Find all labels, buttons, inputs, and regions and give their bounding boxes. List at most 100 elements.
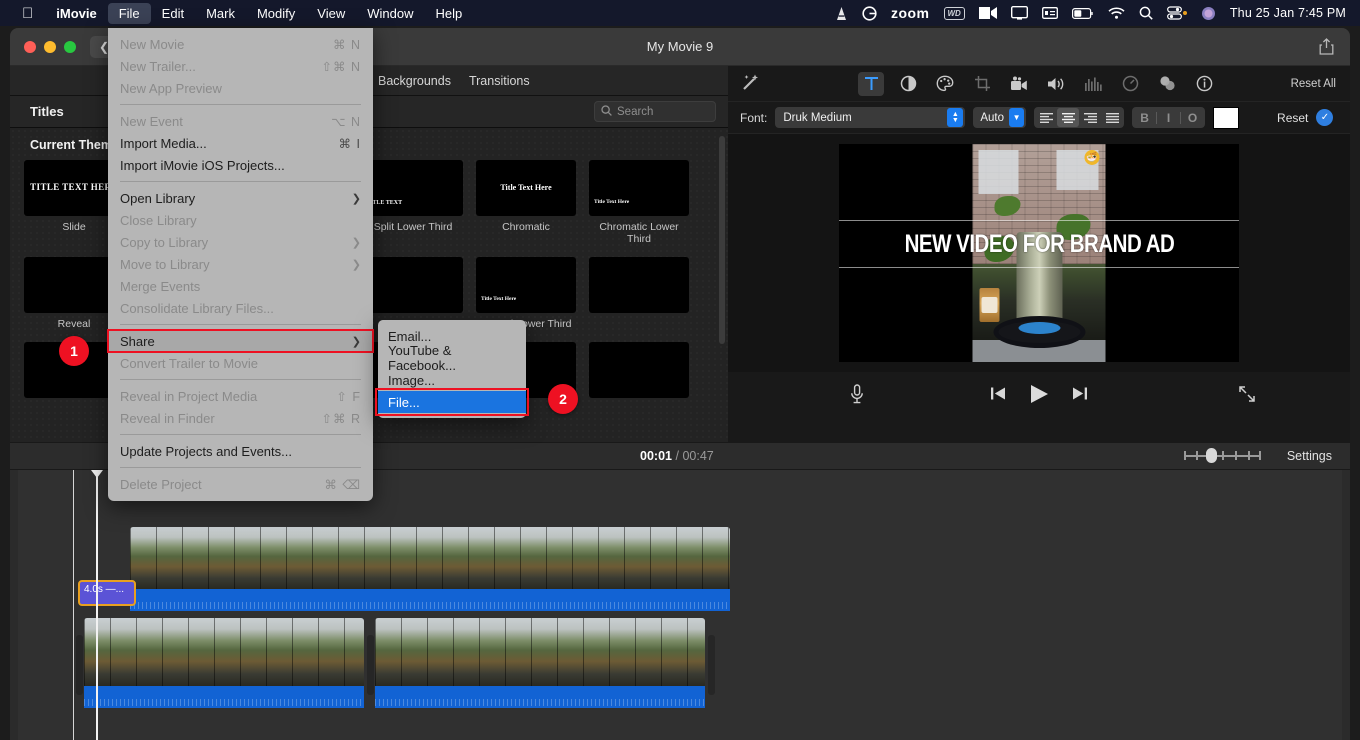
clip-handle-right[interactable]	[708, 635, 715, 695]
menu-item-merge-events[interactable]: Merge Events	[108, 275, 373, 297]
title-item-chromatic-lower-third[interactable]: Title Text Here Chromatic Lower Third	[589, 160, 702, 245]
color-correction-icon[interactable]	[932, 72, 958, 96]
share-export-icon[interactable]	[1319, 38, 1334, 55]
menu-item-convert-trailer-to-movie[interactable]: Convert Trailer to Movie	[108, 352, 373, 374]
menu-item-close-library[interactable]: Close Library	[108, 209, 373, 231]
menu-item-new-trailer[interactable]: New Trailer... ⇧⌘ N	[108, 55, 373, 77]
spotlight-search-icon[interactable]	[1139, 6, 1153, 20]
control-center-icon[interactable]	[1166, 6, 1187, 20]
timeline-clip-top[interactable]	[130, 527, 730, 591]
align-right-icon[interactable]	[1079, 108, 1101, 127]
timeline[interactable]: 4.0s —... ♫	[10, 470, 1350, 740]
file-menu-dropdown[interactable]: New Movie ⌘ N New Trailer... ⇧⌘ N New Ap…	[107, 28, 374, 501]
timeline-clip-top-audio[interactable]	[130, 589, 730, 611]
menubar-item-mark[interactable]: Mark	[195, 3, 246, 24]
menubar-item-help[interactable]: Help	[424, 3, 473, 24]
menubar-item-modify[interactable]: Modify	[246, 3, 306, 24]
menu-item-new-event[interactable]: New Event ⌥ N	[108, 110, 373, 132]
reset-all-button[interactable]: Reset All	[1291, 78, 1336, 90]
submenu-item-file[interactable]: File...	[375, 388, 529, 416]
zoom-slider-knob[interactable]	[1206, 448, 1217, 464]
battery-icon[interactable]	[1071, 7, 1094, 19]
menu-item-copy-to-library[interactable]: Copy to Library ❯	[108, 231, 373, 253]
menu-item-consolidate-library-files[interactable]: Consolidate Library Files...	[108, 297, 373, 319]
timeline-clip-a[interactable]	[84, 618, 364, 688]
title-item-split-lower-third[interactable]: TITLE TEXT Split Lower Third	[363, 160, 476, 245]
color-balance-icon[interactable]	[895, 72, 921, 96]
menu-item-open-library[interactable]: Open Library ❯	[108, 187, 373, 209]
align-left-icon[interactable]	[1035, 108, 1057, 127]
menu-item-reveal-in-finder[interactable]: Reveal in Finder ⇧⌘ R	[108, 407, 373, 429]
menu-item-share[interactable]: Share ❯	[107, 329, 374, 353]
display-icon[interactable]	[1010, 6, 1028, 20]
control-strip-icon[interactable]	[1041, 7, 1058, 19]
title-text-overlay[interactable]: NEW VIDEO FOR BRAND AD	[839, 220, 1239, 268]
reset-button[interactable]: Reset	[1277, 111, 1308, 125]
crop-icon[interactable]	[969, 72, 995, 96]
text-color-swatch[interactable]	[1213, 106, 1240, 129]
menu-item-reveal-in-project-media[interactable]: Reveal in Project Media ⇧ F	[108, 385, 373, 407]
menu-item-delete-project[interactable]: Delete Project ⌘ ⌫	[108, 473, 373, 495]
menu-item-move-to-library[interactable]: Move to Library ❯	[108, 253, 373, 275]
menu-item-update-projects-and-events[interactable]: Update Projects and Events...	[108, 440, 373, 462]
search-input[interactable]: Search	[594, 101, 716, 122]
chevron-updown-icon[interactable]: ▲ ▼	[947, 108, 964, 127]
menubar-item-window[interactable]: Window	[356, 3, 424, 24]
vlc-cone-icon[interactable]	[835, 6, 848, 21]
menu-item-new-movie[interactable]: New Movie ⌘ N	[108, 33, 373, 55]
menubar-item-file[interactable]: File	[107, 2, 151, 24]
magic-wand-icon[interactable]	[742, 73, 760, 94]
menubar-item-edit[interactable]: Edit	[151, 3, 195, 24]
menubar-item-view[interactable]: View	[306, 3, 356, 24]
fullscreen-icon[interactable]	[1238, 385, 1256, 406]
wifi-icon[interactable]	[1108, 7, 1125, 19]
timeline-title-clip[interactable]: 4.0s —...	[78, 580, 136, 606]
clip-zoom-slider[interactable]	[1184, 448, 1261, 464]
submenu-item-youtube-facebook[interactable]: YouTube & Facebook...	[378, 343, 526, 373]
checkmark-icon[interactable]: ✓	[1316, 109, 1334, 126]
bold-button[interactable]: B	[1133, 108, 1156, 127]
title-item-blank-3[interactable]	[589, 257, 702, 330]
align-center-icon[interactable]	[1057, 108, 1080, 127]
font-size-select[interactable]: Auto ▼	[973, 107, 1027, 128]
zoom-menu-label[interactable]: zoom	[891, 5, 930, 21]
info-icon[interactable]	[1191, 72, 1217, 96]
font-family-select[interactable]: Druk Medium ▲ ▼	[775, 107, 966, 128]
timeline-clip-b-audio[interactable]	[375, 686, 705, 708]
volume-icon[interactable]	[1043, 72, 1069, 96]
chevron-down-icon[interactable]: ▼	[1009, 108, 1025, 127]
clip-handle-mid[interactable]	[367, 635, 374, 695]
stabilization-icon[interactable]	[1006, 72, 1032, 96]
menu-item-new-app-preview[interactable]: New App Preview	[108, 77, 373, 99]
grammarly-icon[interactable]	[862, 5, 877, 21]
speed-icon[interactable]	[1117, 72, 1143, 96]
italic-button[interactable]: I	[1157, 108, 1180, 127]
title-item-row3-f[interactable]	[589, 342, 702, 399]
align-justify-icon[interactable]	[1101, 108, 1123, 127]
screen-record-icon[interactable]	[978, 7, 997, 19]
timeline-clip-a-audio[interactable]	[84, 686, 364, 708]
settings-button[interactable]: Settings	[1287, 449, 1332, 463]
menu-item-import-ios-projects[interactable]: Import iMovie iOS Projects...	[108, 154, 373, 176]
apple-logo-icon[interactable]: 	[8, 6, 45, 21]
equalizer-icon[interactable]	[1080, 72, 1106, 96]
skip-to-end-icon[interactable]	[1072, 386, 1088, 404]
timeline-clip-b[interactable]	[375, 618, 705, 688]
tab-backgrounds[interactable]: Backgrounds	[378, 74, 451, 88]
voiceover-mic-icon[interactable]	[850, 383, 864, 407]
tab-transitions[interactable]: Transitions	[469, 74, 530, 88]
wd-drive-icon[interactable]: WD	[943, 6, 965, 20]
skip-to-start-icon[interactable]	[990, 386, 1006, 404]
menu-item-import-media[interactable]: Import Media... ⌘ I	[108, 132, 373, 154]
menubar-item-imovie[interactable]: iMovie	[45, 3, 107, 24]
outline-button[interactable]: O	[1181, 108, 1204, 127]
play-icon[interactable]	[1028, 383, 1050, 408]
share-submenu[interactable]: Email... YouTube & Facebook... Image... …	[375, 320, 529, 418]
siri-icon[interactable]	[1201, 6, 1216, 21]
browser-scrollbar[interactable]	[719, 136, 725, 344]
filter-icon[interactable]	[1154, 72, 1180, 96]
title-text-icon[interactable]	[858, 71, 884, 96]
timeline-right-scroll[interactable]	[1342, 470, 1350, 740]
title-item-chromatic[interactable]: Title Text Here Chromatic	[476, 160, 589, 245]
video-preview[interactable]: 🍜 NEW VIDEO FOR BRAND AD	[728, 134, 1350, 372]
